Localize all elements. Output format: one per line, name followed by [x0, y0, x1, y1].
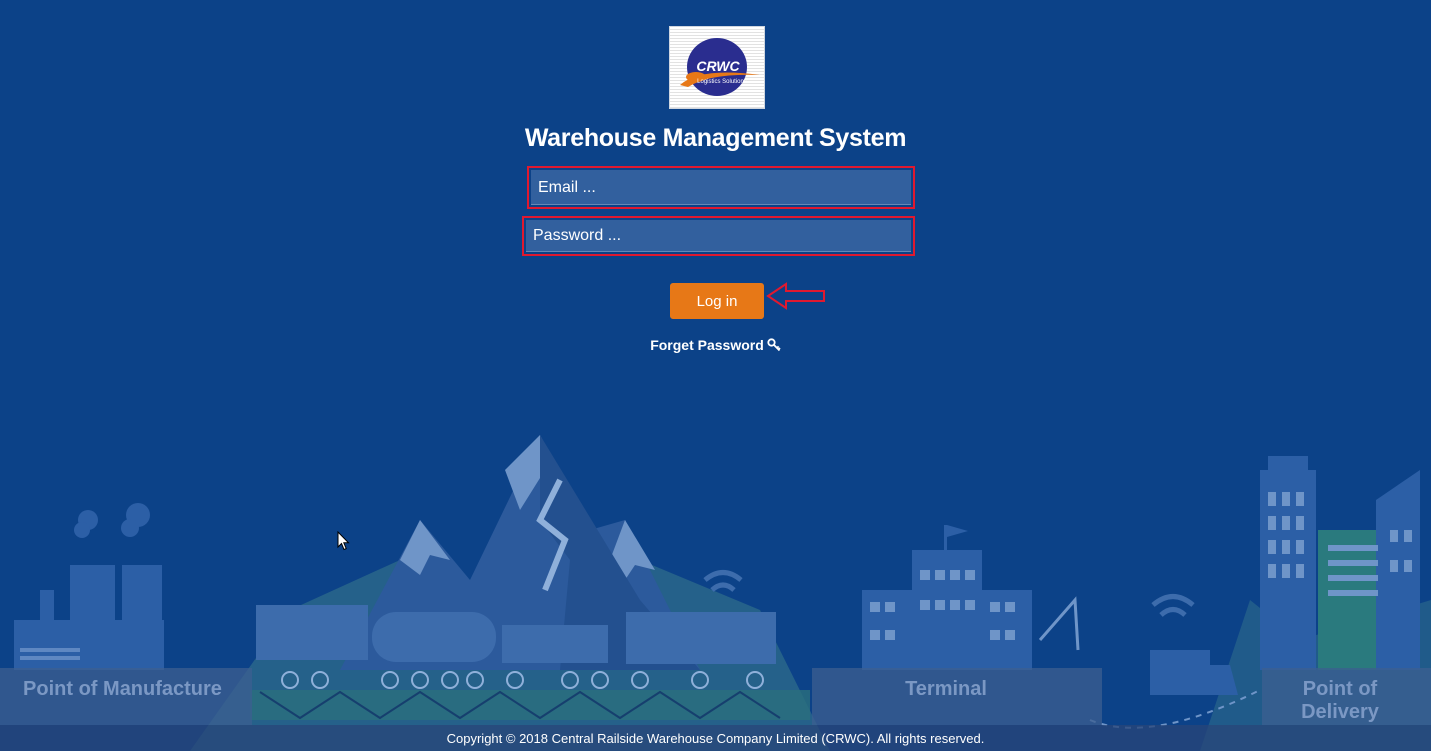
- crwc-logo: CRWC Logistics Solutions: [669, 26, 765, 109]
- key-icon: [767, 338, 781, 355]
- mouse-pointer-icon: [337, 531, 350, 551]
- login-button[interactable]: Log in: [670, 283, 764, 319]
- password-input[interactable]: [526, 220, 911, 252]
- forget-password-label: Forget Password: [650, 337, 764, 353]
- zone-label-delivery: Point of Delivery: [1301, 678, 1379, 723]
- email-input[interactable]: [531, 170, 911, 205]
- page-title: Warehouse Management System: [524, 124, 907, 152]
- login-page: CRWC Logistics Solutions Warehouse Manag…: [0, 0, 1431, 751]
- forget-password-link[interactable]: Forget Password: [0, 337, 1431, 355]
- logistics-background-illustration: [0, 435, 1431, 751]
- email-field-highlight: [527, 166, 915, 209]
- password-field-highlight: [522, 216, 915, 256]
- left-arrow-annotation-icon: [766, 282, 825, 310]
- copyright-footer: Copyright © 2018 Central Railside Wareho…: [0, 725, 1431, 751]
- logo-brand-text: CRWC: [696, 58, 740, 74]
- zone-label-terminal: Terminal: [905, 678, 987, 700]
- zone-label-manufacture: Point of Manufacture: [23, 678, 222, 700]
- logo-tagline-text: Logistics Solutions: [697, 79, 747, 85]
